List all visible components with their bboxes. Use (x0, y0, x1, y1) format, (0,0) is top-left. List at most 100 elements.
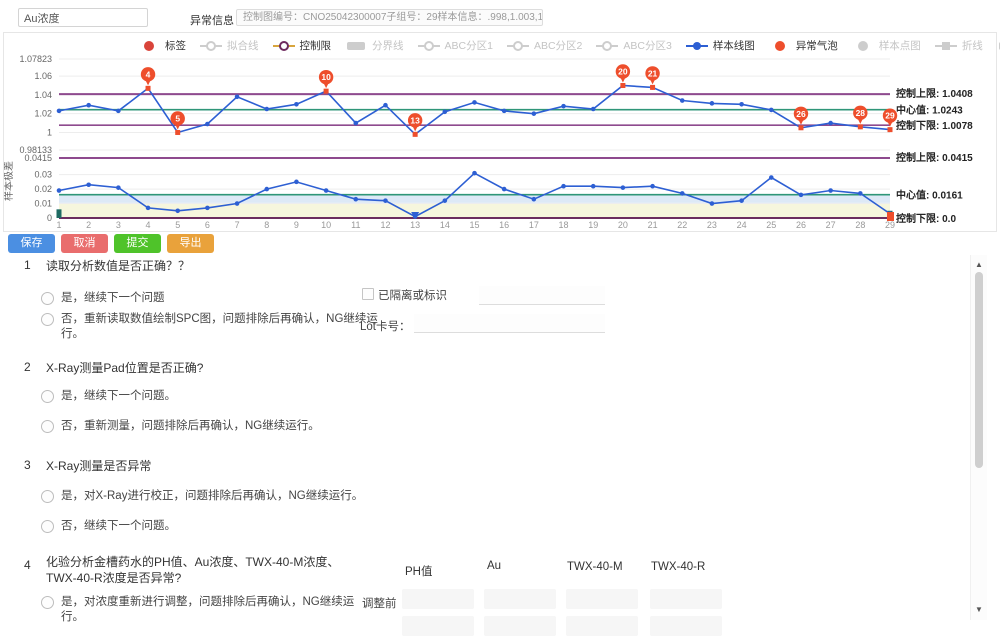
legend-bar-icon (996, 40, 1000, 52)
svg-text:14: 14 (440, 220, 450, 230)
table-header-twx40m: TWX-40-M (567, 561, 623, 573)
export-button[interactable]: 导出 (167, 234, 214, 253)
svg-text:控制下限: 0.0: 控制下限: 0.0 (896, 212, 956, 225)
submit-button[interactable]: 提交 (114, 234, 161, 253)
svg-text:27: 27 (826, 220, 836, 230)
question-2-title: X-Ray测量Pad位置是否正确? (46, 360, 203, 376)
svg-text:0: 0 (47, 213, 52, 223)
svg-text:中心值: 1.0243: 中心值: 1.0243 (896, 104, 963, 117)
cancel-button[interactable]: 取消 (61, 234, 108, 253)
radio-icon[interactable] (41, 596, 54, 609)
svg-text:4: 4 (146, 69, 151, 79)
question-4-number: 4 (24, 558, 31, 572)
radio-icon[interactable] (41, 490, 54, 503)
option-label: 是，继续下一个问题 (61, 291, 165, 306)
abnormal-info-label: 异常信息 (190, 12, 234, 28)
svg-text:1.04: 1.04 (34, 90, 52, 100)
au-before-input[interactable] (484, 589, 556, 609)
lot-card-input[interactable] (414, 314, 605, 333)
svg-text:5: 5 (175, 220, 180, 230)
svg-text:17: 17 (529, 220, 539, 230)
twx40r-before-input[interactable] (650, 589, 722, 609)
radio-icon[interactable] (41, 292, 54, 305)
svg-text:13: 13 (410, 115, 420, 125)
svg-text:18: 18 (559, 220, 569, 230)
svg-text:1.02: 1.02 (34, 109, 52, 119)
svg-text:8: 8 (264, 220, 269, 230)
radio-icon[interactable] (41, 420, 54, 433)
svg-text:21: 21 (648, 220, 658, 230)
option-label: 否，重新读取数值绘制SPC图，问题排除后再确认，NG继续运行。 (61, 312, 391, 342)
isolation-checkbox-label: 已隔离或标识 (378, 287, 447, 303)
spc-chart-svg: 0.9813311.021.041.061.07823控制上限: 1.0408中… (4, 47, 996, 231)
question-2-number: 2 (24, 360, 31, 374)
question-3-title: X-Ray测量是否异常 (46, 458, 151, 474)
anomaly-bubbles[interactable]: 4510132021262829 (141, 64, 897, 137)
ph-after-input[interactable] (402, 616, 474, 636)
svg-text:13: 13 (410, 220, 420, 230)
svg-text:1.06: 1.06 (34, 71, 52, 81)
svg-text:28: 28 (855, 220, 865, 230)
question-4-option-yes[interactable]: 是，对浓度重新进行调整，问题排除后再确认，NG继续运行。 (41, 595, 361, 625)
xbar-chart: 0.9813311.021.041.061.07823控制上限: 1.0408中… (19, 54, 973, 155)
svg-text:0.03: 0.03 (34, 170, 52, 180)
svg-text:3: 3 (116, 220, 121, 230)
table-header-au: Au (487, 560, 501, 572)
range-chart: 0 0.01 0.02 0.03 0.0415 控制上限: 0.0415 中心值: 0.01… (4, 151, 973, 230)
radio-icon[interactable] (41, 520, 54, 533)
svg-text:29: 29 (885, 111, 895, 121)
svg-text:1.07823: 1.07823 (19, 54, 52, 64)
svg-text:中心值: 0.0161: 中心值: 0.0161 (896, 189, 963, 202)
option-label: 否，继续下一个问题。 (61, 519, 176, 534)
row-label-before-adjust: 调整前 (362, 595, 397, 611)
toolbar: 保存 取消 提交 导出 (8, 234, 214, 253)
svg-text:22: 22 (677, 220, 687, 230)
svg-text:控制上限: 1.0408: 控制上限: 1.0408 (896, 87, 973, 100)
legend-item-直方图[interactable]: 直方图 (996, 38, 1000, 53)
scroll-down-icon[interactable]: ▼ (971, 605, 987, 615)
question-2-option-no[interactable]: 否，重新测量，问题排除后再确认，NG继续运行。 (41, 419, 320, 434)
svg-text:21: 21 (648, 68, 658, 78)
radio-icon[interactable] (41, 313, 54, 326)
question-4-title: 化验分析金槽药水的PH值、Au浓度、TWX-40-M浓度、TWX-40-R浓度是… (46, 554, 346, 586)
option-label: 是，继续下一个问题。 (61, 389, 176, 404)
svg-text:15: 15 (469, 220, 479, 230)
twx40m-after-input[interactable] (566, 616, 638, 636)
svg-text:12: 12 (380, 220, 390, 230)
svg-text:28: 28 (856, 108, 866, 118)
svg-text:20: 20 (618, 67, 628, 77)
spc-chart-panel: 标签拟合线控制限分界线ABC分区1ABC分区2ABC分区3样本线图异常气泡样本点… (3, 32, 997, 232)
scrollbar-thumb[interactable] (975, 272, 983, 468)
svg-text:23: 23 (707, 220, 717, 230)
y-axis-title: 样本极差 (4, 161, 15, 201)
svg-text:0.0415: 0.0415 (24, 153, 52, 163)
svg-text:0.01: 0.01 (34, 199, 52, 209)
isolation-checkbox[interactable] (362, 288, 374, 300)
au-after-input[interactable] (484, 616, 556, 636)
question-3-number: 3 (24, 458, 31, 472)
svg-text:2: 2 (86, 220, 91, 230)
svg-text:控制上限: 0.0415: 控制上限: 0.0415 (896, 151, 973, 164)
series-name-input[interactable] (18, 8, 148, 27)
svg-text:0.02: 0.02 (34, 184, 52, 194)
svg-text:9: 9 (294, 220, 299, 230)
option-label: 是，对浓度重新进行调整，问题排除后再确认，NG继续运行。 (61, 595, 361, 625)
question-1-option-no[interactable]: 否，重新读取数值绘制SPC图，问题排除后再确认，NG继续运行。 (41, 312, 391, 342)
ph-before-input[interactable] (402, 589, 474, 609)
svg-text:6: 6 (205, 220, 210, 230)
svg-text:10: 10 (321, 72, 331, 82)
twx40m-before-input[interactable] (566, 589, 638, 609)
svg-text:26: 26 (796, 109, 806, 119)
vertical-scrollbar[interactable]: ▲ ▼ (970, 255, 987, 620)
radio-icon[interactable] (41, 390, 54, 403)
save-button[interactable]: 保存 (8, 234, 55, 253)
isolation-mark-input[interactable] (479, 286, 605, 305)
twx40r-after-input[interactable] (650, 616, 722, 636)
question-2-option-yes[interactable]: 是，继续下一个问题。 (41, 389, 176, 404)
svg-text:1: 1 (56, 220, 61, 230)
question-1-option-yes[interactable]: 是，继续下一个问题 (41, 291, 165, 306)
scroll-up-icon[interactable]: ▲ (971, 260, 987, 270)
svg-text:16: 16 (499, 220, 509, 230)
question-3-option-no[interactable]: 否，继续下一个问题。 (41, 519, 176, 534)
question-3-option-yes[interactable]: 是，对X-Ray进行校正，问题排除后再确认，NG继续运行。 (41, 489, 363, 504)
